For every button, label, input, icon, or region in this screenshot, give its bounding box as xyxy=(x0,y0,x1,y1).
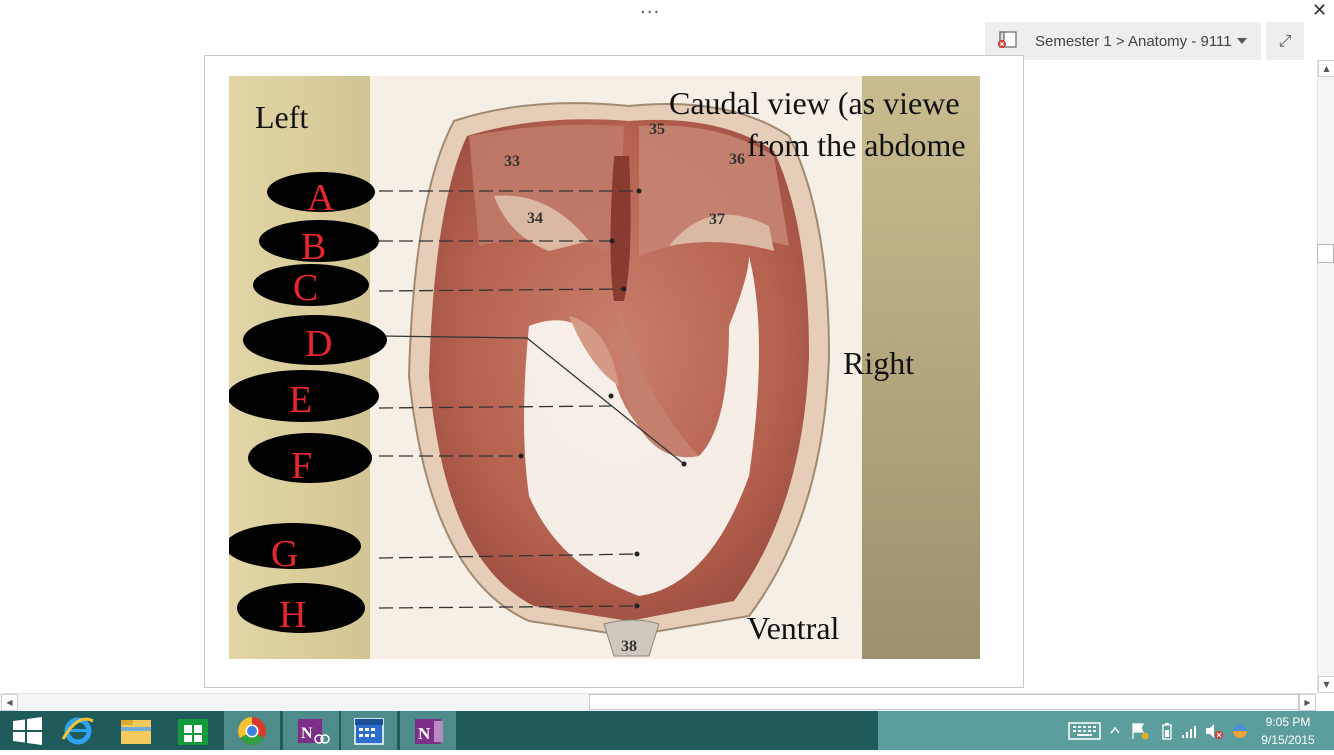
taskbar-file-explorer[interactable] xyxy=(109,711,165,750)
notebook-breadcrumb-label: Semester 1 > Anatomy - 9111 xyxy=(1035,33,1232,50)
number-label: 38 xyxy=(621,638,637,655)
scroll-up-icon[interactable]: ▲ xyxy=(1318,60,1334,77)
onenote-icon[interactable]: N xyxy=(400,711,456,750)
annotation-letter: G xyxy=(271,533,298,575)
more-options-icon[interactable]: ··· xyxy=(640,2,660,23)
taskbar-calendar[interactable] xyxy=(341,711,397,750)
annotation-letter: B xyxy=(301,226,326,268)
file-explorer-icon[interactable] xyxy=(109,711,165,750)
signal-icon[interactable] xyxy=(1180,722,1200,740)
svg-text:N: N xyxy=(301,725,313,742)
scroll-left-icon[interactable]: ◀ xyxy=(1,694,18,711)
notebook-sync-error-icon xyxy=(998,31,1017,48)
taskbar-internet-explorer[interactable] xyxy=(51,711,107,750)
vertical-scroll-thumb[interactable] xyxy=(1317,244,1334,263)
taskbar-onenote-clipper[interactable]: N xyxy=(283,711,339,750)
right-label: Right xyxy=(843,345,914,381)
close-icon[interactable]: ✕ xyxy=(1312,0,1327,21)
internet-explorer-icon[interactable] xyxy=(51,711,107,750)
left-panel xyxy=(229,76,370,659)
number-label: 37 xyxy=(709,211,725,228)
start-button[interactable] xyxy=(0,711,56,750)
action-center-flag-icon[interactable] xyxy=(1130,722,1150,740)
left-label: Left xyxy=(255,99,308,135)
annotation-letter: F xyxy=(291,445,312,487)
annotation-letter: H xyxy=(279,594,306,636)
keyboard-icon[interactable] xyxy=(1068,722,1102,740)
horizontal-scroll-thumb[interactable] xyxy=(589,694,1299,710)
number-label: 36 xyxy=(729,151,745,168)
taskbar: N N 9:05 PM 9/15/2015 xyxy=(0,711,1334,750)
number-label: 35 xyxy=(649,121,665,138)
onenote-clipper-icon[interactable]: N xyxy=(283,711,339,750)
cloud-sync-icon[interactable] xyxy=(1230,722,1250,740)
annotation-letter: C xyxy=(293,267,318,309)
calendar-icon[interactable] xyxy=(341,711,397,750)
ventral-label: Ventral xyxy=(747,610,840,646)
notebook-breadcrumb-button[interactable]: Semester 1 > Anatomy - 9111 xyxy=(985,22,1261,60)
taskbar-store[interactable] xyxy=(166,711,222,750)
scroll-right-icon[interactable]: ▶ xyxy=(1299,694,1316,711)
battery-icon[interactable] xyxy=(1160,722,1174,740)
annotation-letter: A xyxy=(307,177,335,219)
clock-time[interactable]: 9:05 PM xyxy=(1256,715,1320,729)
annotation-letter: D xyxy=(305,323,332,365)
clock-date[interactable]: 9/15/2015 xyxy=(1256,733,1320,747)
start-icon[interactable] xyxy=(0,711,56,750)
taskbar-chrome[interactable] xyxy=(224,711,280,750)
show-hidden-icons-icon[interactable] xyxy=(1108,722,1122,740)
scroll-down-icon[interactable]: ▼ xyxy=(1318,676,1334,693)
taskbar-onenote[interactable]: N xyxy=(400,711,456,750)
store-icon[interactable] xyxy=(166,711,222,750)
volume-muted-icon[interactable] xyxy=(1204,722,1224,740)
svg-text:N: N xyxy=(418,724,431,743)
caption-line-1: Caudal view (as viewe xyxy=(669,85,960,121)
caption-line-2: from the abdome xyxy=(747,127,966,163)
annotation-letter: E xyxy=(289,379,312,421)
anatomy-figure[interactable]: 33 34 35 36 37 38 Left Right Ventral Cau… xyxy=(229,76,980,659)
number-label: 34 xyxy=(527,210,543,227)
expand-icon[interactable]: ⤢ xyxy=(1266,22,1304,60)
vertical-scrollbar[interactable]: ▲ ▼ xyxy=(1317,60,1334,693)
chevron-down-icon[interactable] xyxy=(1237,38,1247,44)
chrome-icon[interactable] xyxy=(224,711,280,750)
number-label: 33 xyxy=(504,153,520,170)
